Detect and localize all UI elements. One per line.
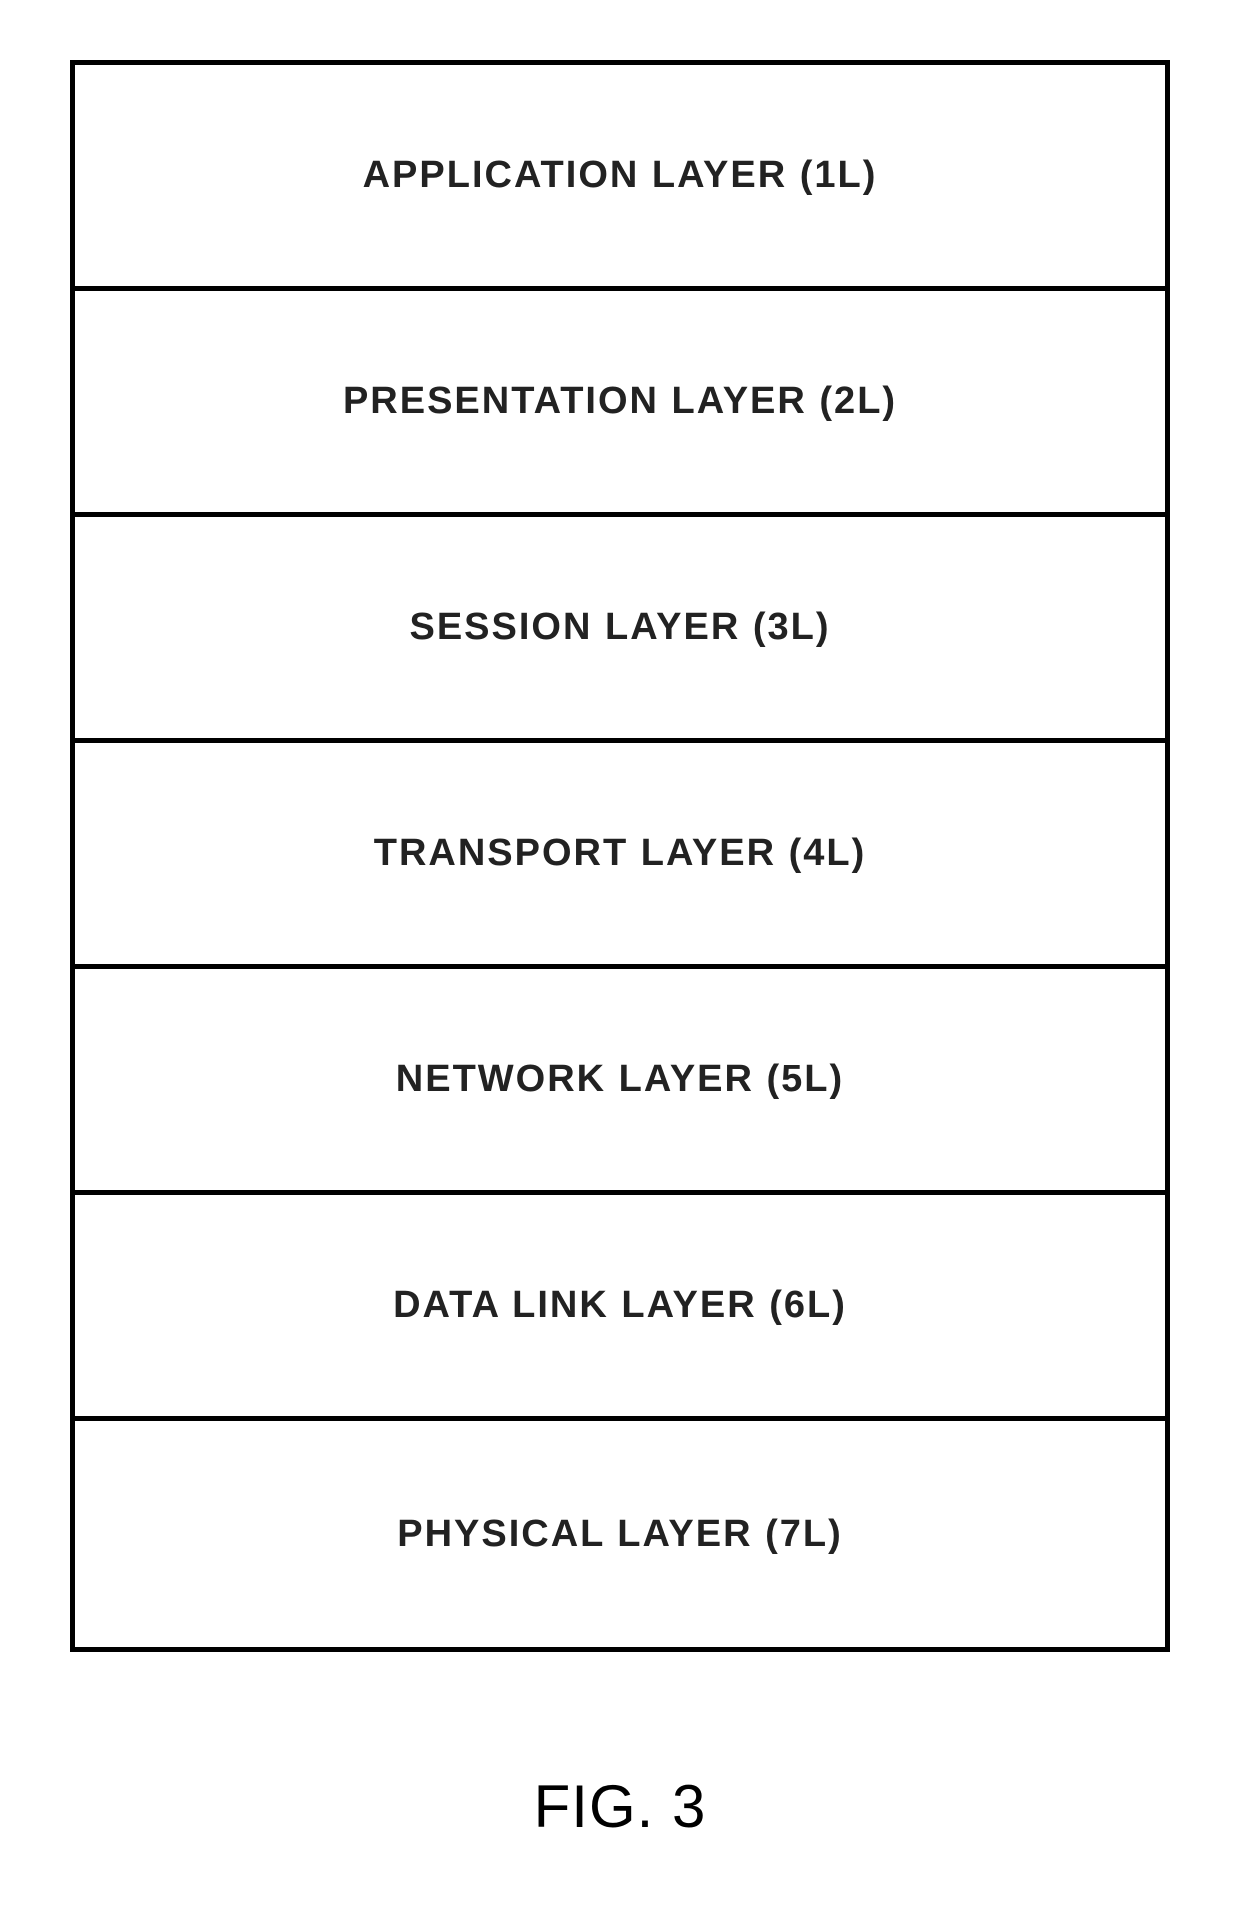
- layer-label: PHYSICAL LAYER (7L): [397, 1513, 843, 1556]
- layer-label: NETWORK LAYER (5L): [396, 1058, 844, 1101]
- layer-row-transport: TRANSPORT LAYER (4L): [75, 743, 1165, 969]
- layer-row-application: APPLICATION LAYER (1L): [75, 65, 1165, 291]
- layer-row-presentation: PRESENTATION LAYER (2L): [75, 291, 1165, 517]
- layer-label: PRESENTATION LAYER (2L): [343, 380, 897, 423]
- layer-row-network: NETWORK LAYER (5L): [75, 969, 1165, 1195]
- layer-stack: APPLICATION LAYER (1L) PRESENTATION LAYE…: [70, 60, 1170, 1652]
- layer-label: DATA LINK LAYER (6L): [393, 1284, 847, 1327]
- layer-label: SESSION LAYER (3L): [409, 606, 830, 649]
- figure-caption: FIG. 3: [534, 1772, 707, 1841]
- layer-row-data-link: DATA LINK LAYER (6L): [75, 1195, 1165, 1421]
- layer-label: APPLICATION LAYER (1L): [363, 154, 878, 197]
- layer-row-physical: PHYSICAL LAYER (7L): [75, 1421, 1165, 1647]
- layer-label: TRANSPORT LAYER (4L): [374, 832, 867, 875]
- layer-row-session: SESSION LAYER (3L): [75, 517, 1165, 743]
